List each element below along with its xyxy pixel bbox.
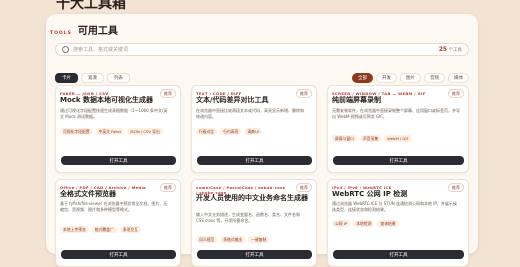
search-placeholder: 搜索工具、格式或关键词	[73, 47, 129, 53]
view-tabs: 卡片 紧凑 列表	[55, 73, 130, 83]
card-description: 在浏览器中直接比较两段文本或代码，高亮显示新增、删除和修改内容。	[196, 108, 304, 119]
card-chip: 多格式输出	[220, 236, 246, 243]
card-title: WebRTC 公网 IP 检测	[332, 190, 408, 198]
section-header: TOOLS 可用工具	[50, 22, 118, 37]
card-chip: 声音采集	[359, 135, 382, 142]
card-chips: 屏幕与窗口 声音采集 WebM / GIF	[332, 135, 450, 142]
tool-count-number: 25	[438, 46, 448, 53]
card-description: 通过浏览器 WebRTC ICE 与 STUN 连通检测公网和本地 IP，并展示…	[332, 201, 457, 212]
tools-panel: TOOLS 可用工具 搜索工具、格式或关键词 25 个工具 卡片 紧凑 列表 全…	[46, 14, 478, 267]
card-chip: 行内高亮	[220, 128, 242, 135]
card-title: Mock 数据本地可视化生成器	[60, 96, 154, 104]
tool-count-suffix: 个工具	[448, 48, 463, 53]
filter-dev[interactable]: 开发	[376, 73, 397, 83]
card-chip: 行级对比	[196, 128, 218, 135]
card-description: 无需安装软件，在浏览器中直接录制整个屏幕、应用窗口或标签页，并导出 WebM 视…	[332, 108, 460, 119]
recommend-badge: 推荐	[296, 183, 312, 192]
recommend-badge: 推荐	[448, 183, 464, 192]
open-tool-button[interactable]: 打开工具	[333, 250, 464, 259]
card-chip: 清爽UI	[244, 128, 262, 135]
card-title: 开发人员使用的中文业务命名生成器	[196, 194, 308, 202]
card-chip: 查询结果	[377, 220, 399, 227]
card-chips: 可视化字段配置 中英文 Faker JSON / CSV 导出	[60, 128, 178, 135]
open-tool-button[interactable]: 打开工具	[197, 250, 312, 259]
open-tool-button[interactable]: 打开工具	[61, 250, 176, 259]
filter-audio[interactable]: 音频	[424, 73, 445, 83]
card-chip: 一键复制	[248, 236, 270, 243]
card-chips: 词义规范 多格式输出 一键复制	[196, 236, 314, 243]
card-description: 输入中文业务描述，生成变量名、函数名、类名、文件名和 CSS class 等，开…	[196, 212, 300, 223]
card-chip: 可视化字段配置	[60, 128, 93, 135]
category-filters: 全部 开发 图片 音频 媒体	[352, 73, 469, 83]
card-chip: 中英文 Faker	[95, 128, 125, 135]
card-title: 文本/代码差异对比工具	[196, 96, 269, 104]
tool-card[interactable]: SCREEN / WINDOW / TAB — WEBM / GIF 推荐 纯前…	[327, 85, 469, 173]
card-chip: WebM / GIF	[384, 135, 412, 142]
card-chip: 多项交互	[119, 226, 141, 233]
card-chips: 行级对比 行内高亮 清爽UI	[196, 128, 314, 135]
filter-media[interactable]: 媒体	[448, 73, 469, 83]
tool-count: 25 个工具	[439, 46, 462, 53]
card-chip: 格式覆盖广	[91, 226, 117, 233]
card-chip: 屏幕与窗口	[332, 135, 357, 142]
tab-compact[interactable]: 紧凑	[81, 73, 104, 83]
card-chip: 本地上传预览	[60, 226, 89, 233]
tab-list[interactable]: 列表	[107, 73, 130, 83]
card-description: 基于 fyfish/file-viewer 在浏览器中预览常见文档、图片、压缩包…	[60, 201, 168, 212]
open-tool-button[interactable]: 打开工具	[333, 156, 464, 165]
open-tool-button[interactable]: 打开工具	[197, 156, 312, 165]
search-icon	[62, 46, 69, 53]
card-chips: 本地上传预览 格式覆盖广 多项交互	[60, 226, 178, 233]
search-input[interactable]: 搜索工具、格式或关键词 25 个工具	[55, 43, 469, 56]
tool-card[interactable]: Office / PDF / CAD / Archive / Media 推荐 …	[55, 179, 181, 267]
tab-card[interactable]: 卡片	[55, 73, 78, 83]
tool-card[interactable]: TEXT / CODE / DIFF 推荐 文本/代码差异对比工具 在浏览器中直…	[191, 85, 317, 173]
open-tool-button[interactable]: 打开工具	[61, 156, 176, 165]
card-title: 全格式文件预览器	[60, 190, 116, 198]
card-chips: 公网 IP 本地检测 查询结果	[332, 220, 450, 227]
card-description: 通过可视化字段配置快速生成表格数据（1～1000 条中文/英文 Mock 测试数…	[60, 108, 168, 119]
card-chip: 公网 IP	[332, 220, 351, 227]
page-top-title: 十大工具箱	[56, 0, 126, 12]
card-chip: JSON / CSV 导出	[127, 128, 163, 135]
tool-card[interactable]: camelCase / PascalCase / kebab-case / sn…	[191, 179, 317, 267]
filter-image[interactable]: 图片	[400, 73, 421, 83]
section-title: 可用工具	[77, 26, 118, 37]
recommend-badge: 推荐	[448, 89, 464, 98]
card-chip: 本地检测	[353, 220, 375, 227]
card-title: 纯前端屏幕录制	[332, 96, 381, 104]
tool-card[interactable]: FAKER — JSON / CSV 推荐 Mock 数据本地可视化生成器 通过…	[55, 85, 181, 173]
tool-card[interactable]: IPv4 / IPv6 / WebRTC ICE 推荐 WebRTC 公网 IP…	[327, 179, 469, 267]
filter-all[interactable]: 全部	[352, 73, 373, 83]
card-chip: 词义规范	[196, 236, 218, 243]
section-kicker: TOOLS	[50, 31, 72, 36]
